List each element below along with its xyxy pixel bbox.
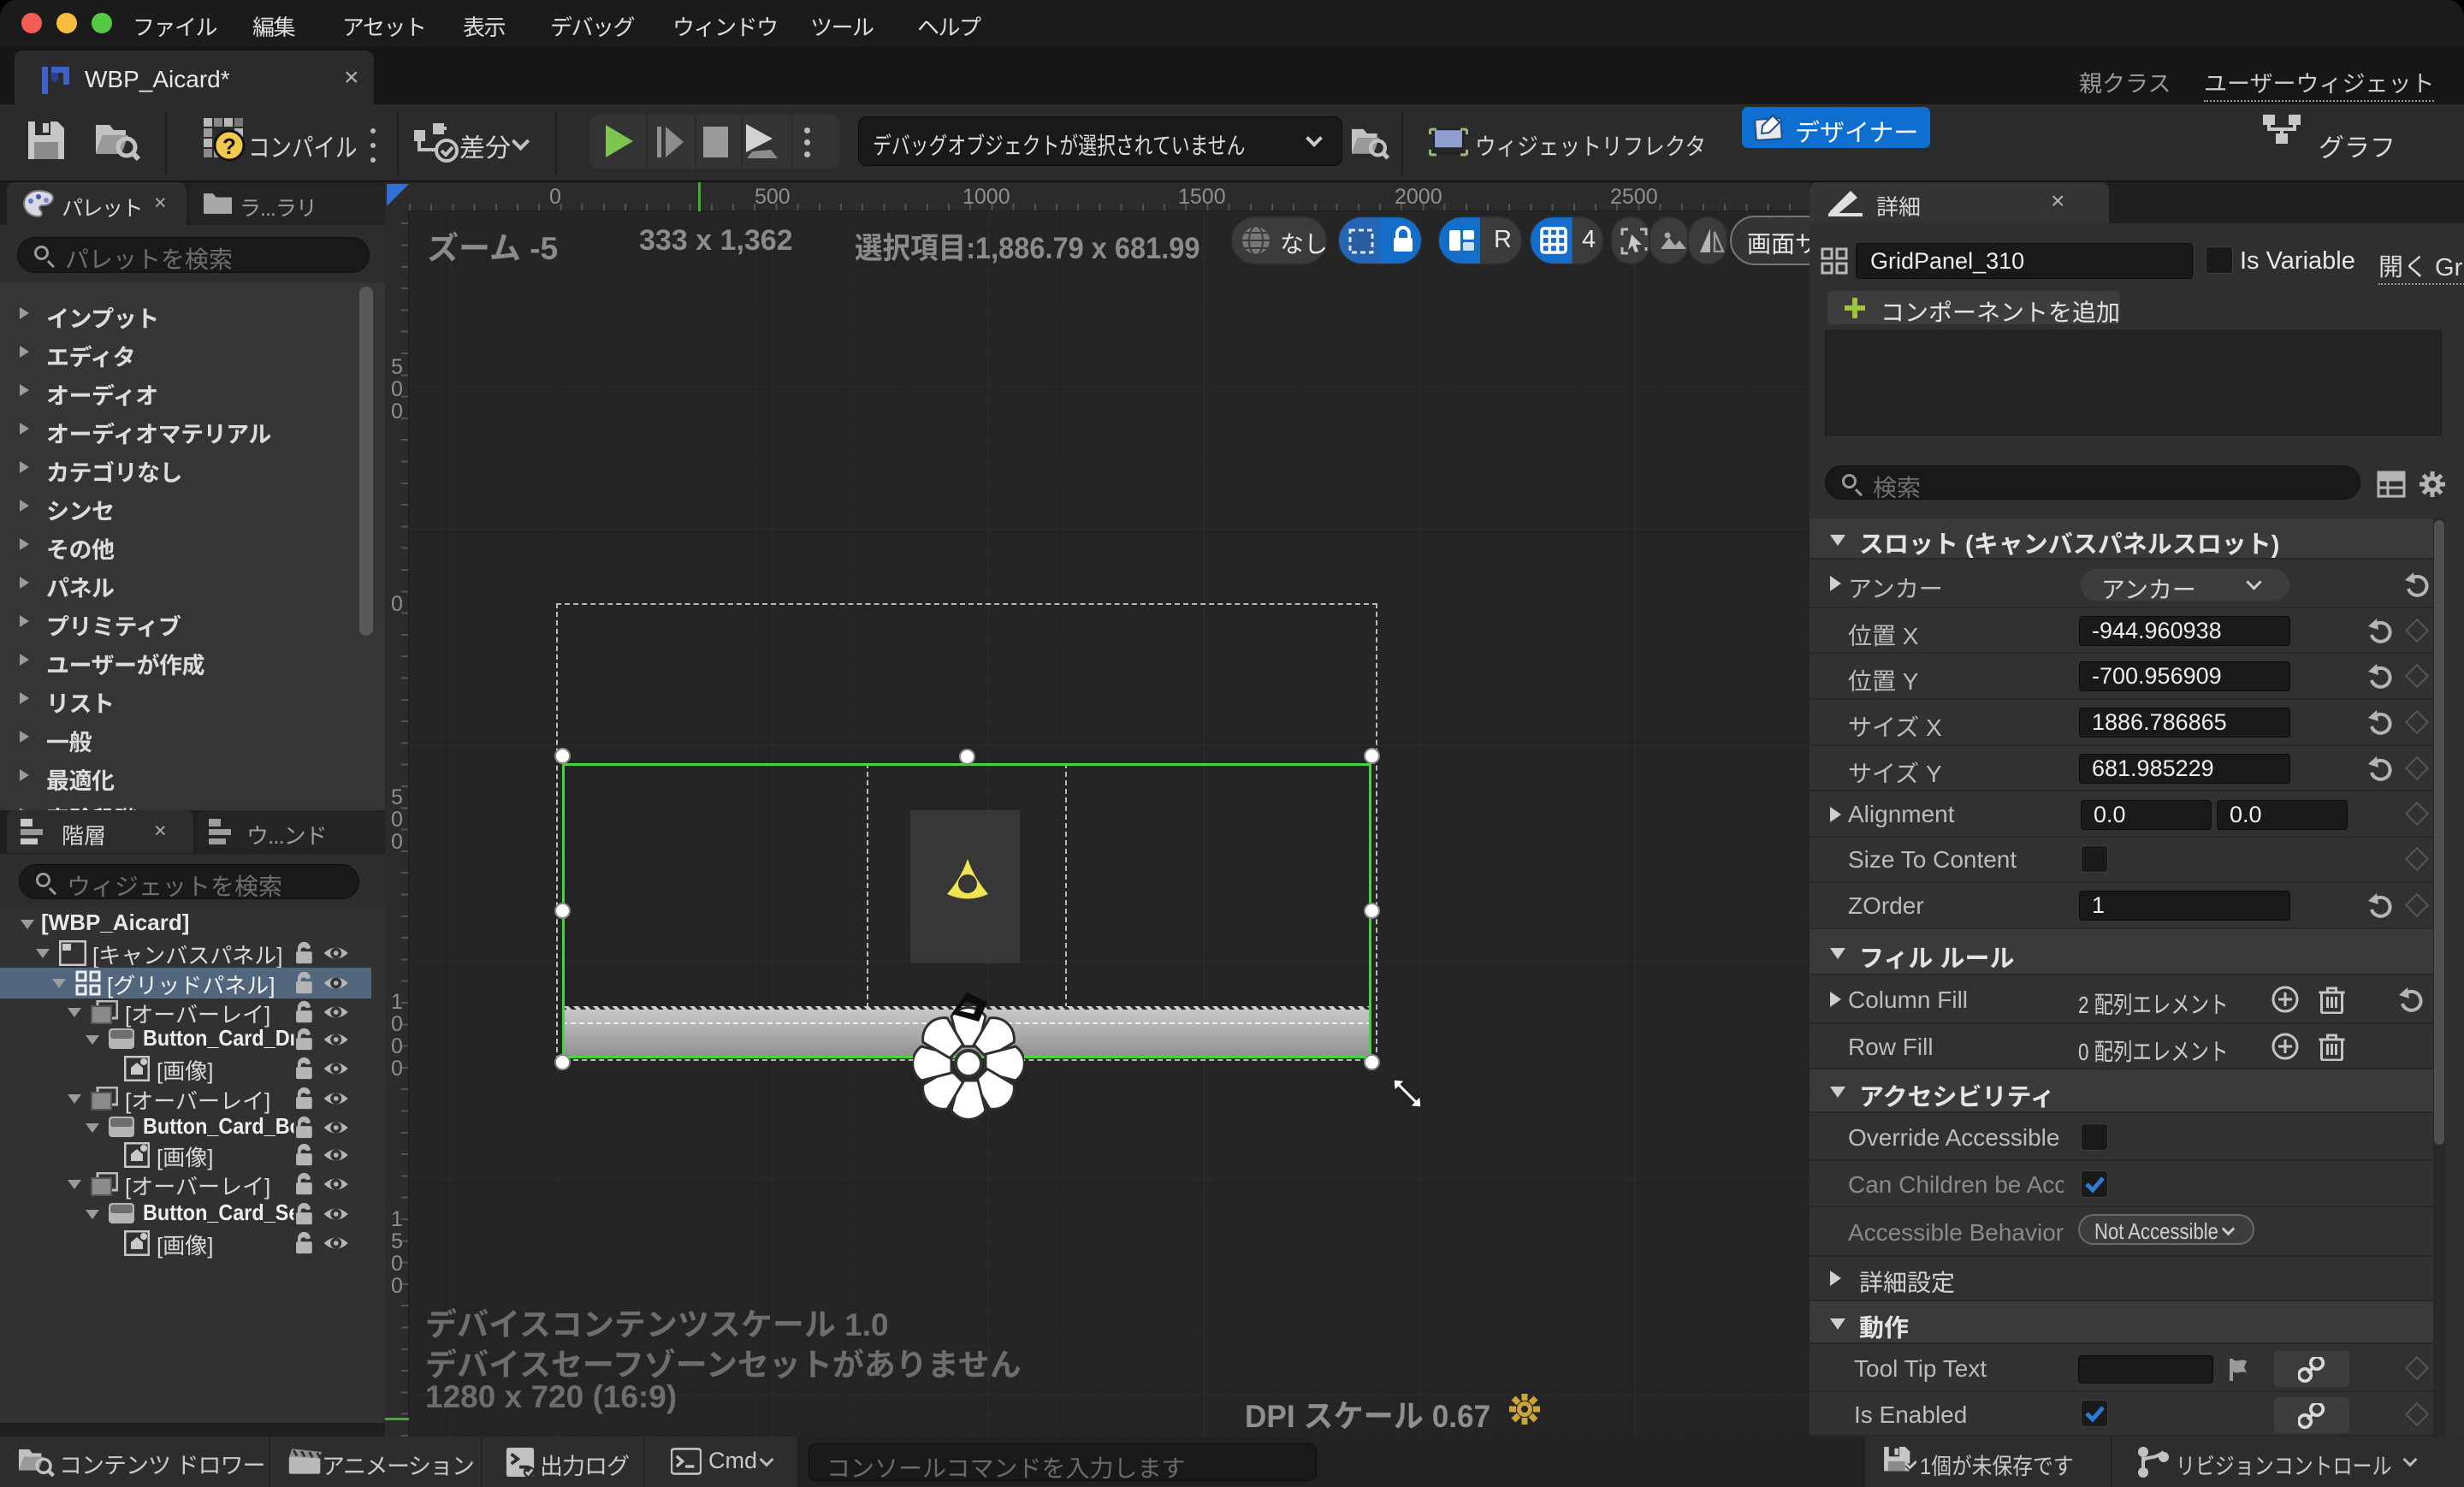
svg-text:?: ? xyxy=(222,133,236,159)
